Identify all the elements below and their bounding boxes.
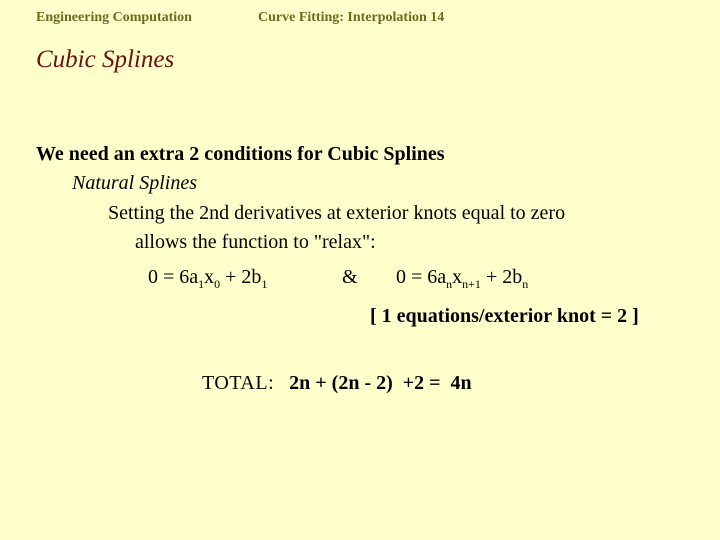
header-topic: Curve Fitting: Interpolation 14 <box>258 10 445 25</box>
total-label: TOTAL: <box>202 372 275 394</box>
body-line-second-derivatives: Setting the 2nd derivatives at exterior … <box>108 202 566 224</box>
equation-right-plus: + 2b <box>480 266 523 288</box>
equation-left-sub-b: 1 <box>261 277 268 291</box>
header-course: Engineering Computation <box>36 10 192 25</box>
body-line-relax: allows the function to "relax": <box>135 231 376 253</box>
body-line-conditions: We need an extra 2 conditions for Cubic … <box>36 143 445 165</box>
equation-right-sub-x: n+1 <box>462 277 481 291</box>
equation-connector: & <box>342 266 358 288</box>
equation-left-plus: + 2b <box>220 266 262 288</box>
body-line-natural-splines: Natural Splines <box>72 172 198 194</box>
equation-right-lhs: 0 = 6a <box>396 266 447 288</box>
total-expression: 2n + (2n - 2) +2 = 4n <box>289 372 472 394</box>
slide-title: Cubic Splines <box>36 46 175 73</box>
equation-right-sub-b: n <box>522 277 529 291</box>
equation-left-lhs: 0 = 6a <box>148 266 199 288</box>
total-line: TOTAL: 2n + (2n - 2) +2 = 4n <box>202 372 472 395</box>
equation-left-x: x <box>204 266 215 288</box>
equations-count-note: [ 1 equations/exterior knot = 2 ] <box>370 305 639 327</box>
equation-right-x: x <box>452 266 463 288</box>
equation-right: 0 = 6anxn+1 + 2bn <box>396 266 529 291</box>
equation-left: 0 = 6a1x0 + 2b1 <box>148 266 268 291</box>
